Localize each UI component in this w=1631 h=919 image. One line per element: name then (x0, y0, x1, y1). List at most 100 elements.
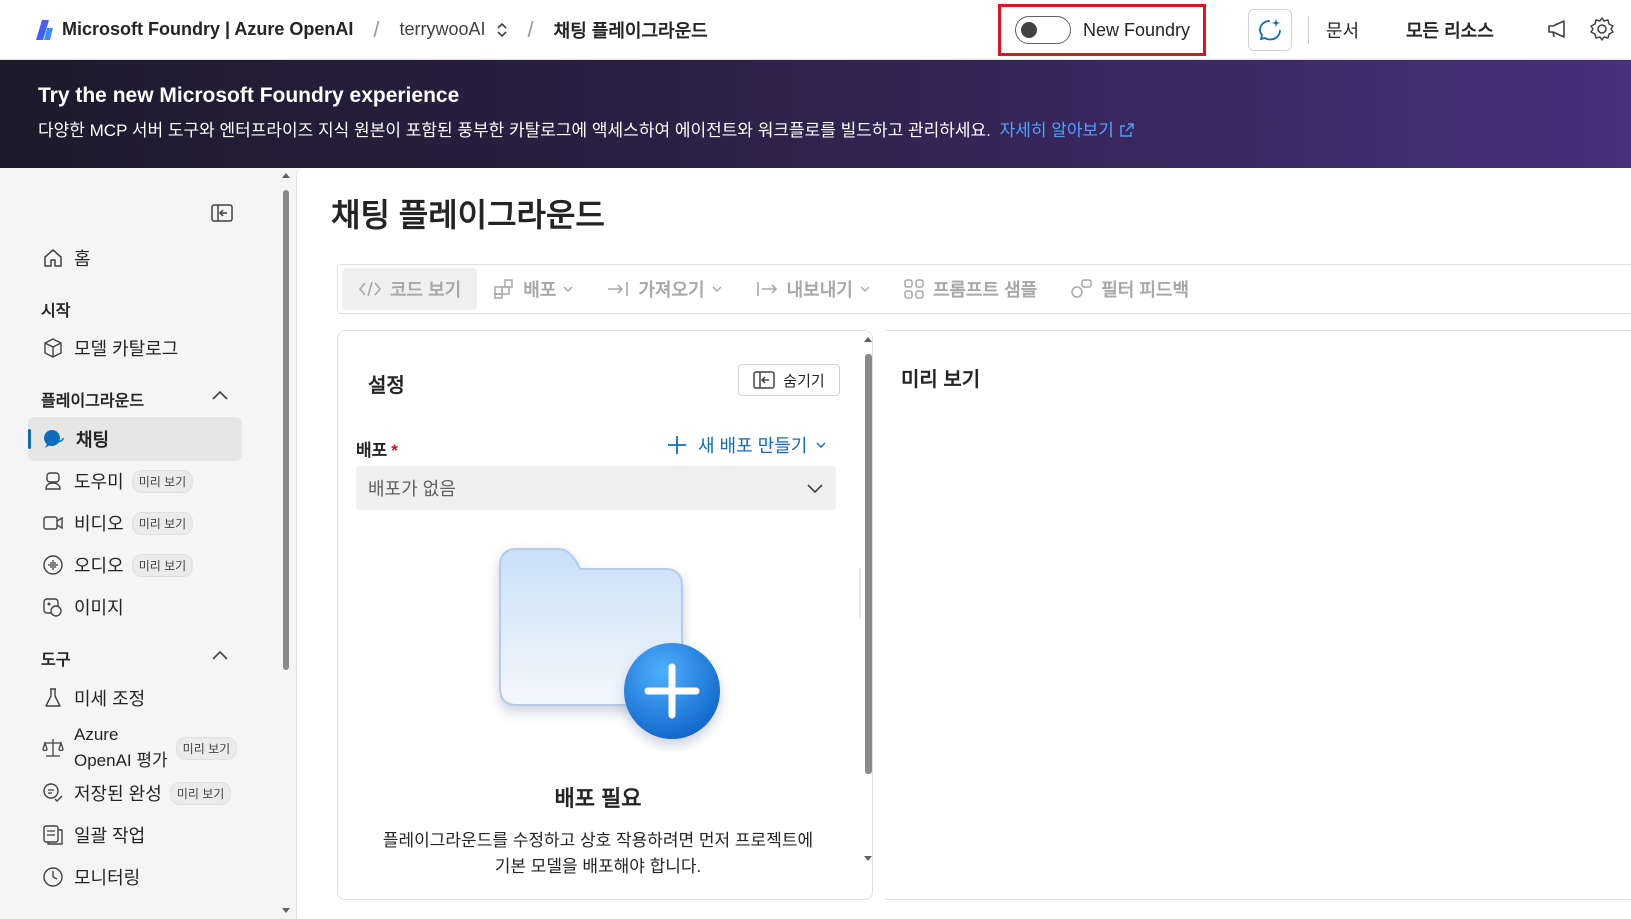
chevron-down-icon (816, 442, 826, 448)
export-label: 내보내기 (786, 280, 853, 300)
main-content: 채팅 플레이그라운드 코드 보기 배포 가져오기 내보내기 프롬프트 샘플 필터… (296, 168, 1631, 919)
import-label: 가져오기 (638, 280, 705, 300)
view-code-label: 코드 보기 (390, 280, 462, 300)
sidebar-item-label: Azure OpenAI 평가 (74, 722, 168, 774)
scroll-down-icon[interactable] (280, 906, 292, 916)
sidebar-item-monitoring[interactable]: 모니터링 (28, 855, 252, 899)
chevron-down-icon (712, 286, 722, 292)
new-foundry-toggle[interactable] (1015, 16, 1071, 44)
section-playground-heading: 플레이그라운드 (41, 393, 145, 410)
chevron-up-icon[interactable] (210, 388, 230, 402)
banner-title: Try the new Microsoft Foundry experience (38, 84, 460, 107)
sidebar-item-image[interactable]: 이미지 (28, 585, 252, 629)
external-link-icon (1119, 123, 1134, 137)
sidebar-item-batch[interactable]: 일괄 작업 (28, 813, 252, 857)
grid-icon (904, 279, 924, 299)
chevron-down-icon (563, 286, 573, 292)
image-icon (43, 598, 62, 617)
new-foundry-banner: Try the new Microsoft Foundry experience… (0, 60, 1631, 168)
deploy-button[interactable]: 배포 (477, 268, 590, 310)
sidebar-item-finetune[interactable]: 미세 조정 (28, 676, 252, 720)
page-title: 채팅 플레이그라운드 (331, 197, 605, 233)
deployment-required-title: 배포 필요 (554, 786, 642, 811)
breadcrumb-separator: / (527, 16, 534, 42)
export-button[interactable]: 내보내기 (739, 268, 887, 310)
preview-panel: 미리 보기 (885, 330, 1631, 900)
brand[interactable]: Microsoft Foundry | Azure OpenAI (34, 19, 353, 41)
scroll-down-icon[interactable] (861, 854, 875, 864)
chat-icon (44, 430, 64, 448)
import-button[interactable]: 가져오기 (590, 268, 738, 310)
sidebar-item-home[interactable]: 홈 (28, 236, 252, 280)
view-code-button[interactable]: 코드 보기 (342, 268, 478, 310)
banner-description: 다양한 MCP 서버 도구와 엔터프라이즈 지식 원본이 포함된 풍부한 카탈로… (38, 121, 991, 140)
export-icon (756, 282, 777, 296)
deploy-label: 배포 (523, 280, 557, 300)
hide-button[interactable]: 숨기기 (738, 364, 840, 396)
top-bar: Microsoft Foundry | Azure OpenAI / terry… (0, 0, 1631, 60)
preview-badge: 미리 보기 (131, 553, 194, 577)
deployment-label: 배포 * (356, 436, 398, 461)
filter-feedback-button[interactable]: 필터 피드백 (1053, 268, 1205, 310)
sidebar: 홈 시작 모델 카탈로그 플레이그라운드 채팅 도우미 미리 보기 비디오 미리… (0, 168, 278, 919)
scroll-up-icon[interactable] (861, 334, 875, 344)
feedback-icon (1071, 279, 1092, 298)
new-foundry-toggle-group[interactable]: New Foundry (998, 4, 1206, 56)
preview-title: 미리 보기 (901, 369, 981, 391)
chevron-down-icon (807, 484, 823, 494)
collapse-sidebar-icon[interactable] (210, 203, 234, 223)
sidebar-item-label: 오디오 (74, 556, 124, 576)
all-resources-link[interactable]: 모든 리소스 (1406, 17, 1494, 43)
folder-add-illustration-icon (499, 548, 720, 739)
prompt-samples-label: 프롬프트 샘플 (932, 280, 1038, 300)
deploy-icon (494, 279, 513, 299)
batch-icon (43, 825, 63, 845)
project-selector[interactable]: terrywooAI (400, 19, 508, 40)
new-deployment-button[interactable]: 새 배포 만들기 (666, 432, 827, 458)
description-line2: 기본 모델을 배포해야 합니다. (494, 857, 702, 876)
gear-icon[interactable] (1588, 15, 1616, 43)
sidebar-item-assistant[interactable]: 도우미 미리 보기 (28, 459, 252, 503)
settings-title: 설정 (368, 375, 405, 397)
settings-scrollbar[interactable] (861, 330, 875, 900)
chevron-down-icon (860, 286, 870, 292)
sidebar-item-label: 모니터링 (74, 868, 141, 888)
sidebar-item-label: 비디오 (74, 514, 124, 534)
divider (1308, 16, 1309, 44)
sidebar-item-label: 홈 (74, 249, 91, 269)
section-tools-heading: 도구 (41, 652, 71, 669)
learn-more-link[interactable]: 자세히 알아보기 (1000, 121, 1135, 140)
banner-text: 다양한 MCP 서버 도구와 엔터프라이즈 지식 원본이 포함된 풍부한 카탈로… (38, 116, 1593, 141)
copilot-button[interactable] (1248, 9, 1292, 51)
learn-more-label: 자세히 알아보기 (999, 121, 1114, 140)
description-line1: 플레이그라운드를 수정하고 상호 작용하려면 먼저 프로젝트에 (382, 831, 814, 850)
scroll-thumb[interactable] (865, 354, 872, 774)
prompt-samples-button[interactable]: 프롬프트 샘플 (887, 268, 1053, 310)
project-name: terrywooAI (399, 19, 486, 39)
deployment-select[interactable]: 배포가 없음 (356, 466, 836, 510)
filter-feedback-label: 필터 피드백 (1101, 280, 1190, 300)
docs-link[interactable]: 문서 (1326, 17, 1359, 43)
scale-icon (42, 739, 64, 757)
toolbar: 코드 보기 배포 가져오기 내보내기 프롬프트 샘플 필터 피드백 (337, 264, 1631, 314)
sidebar-item-model-catalog[interactable]: 모델 카탈로그 (28, 326, 252, 370)
collapse-panel-icon (753, 371, 776, 389)
saved-completions-icon (43, 783, 63, 802)
sidebar-scrollbar[interactable] (280, 168, 292, 919)
sidebar-item-audio[interactable]: 오디오 미리 보기 (28, 543, 252, 587)
chevron-updown-icon (496, 22, 507, 37)
preview-badge: 미리 보기 (175, 736, 238, 760)
breadcrumb-separator: / (373, 16, 380, 42)
sidebar-item-saved-completions[interactable]: 저장된 완성 미리 보기 (28, 771, 252, 815)
megaphone-icon[interactable] (1544, 15, 1572, 43)
chevron-up-icon[interactable] (210, 648, 230, 662)
scroll-thumb[interactable] (283, 190, 289, 670)
panel-splitter[interactable] (859, 568, 861, 618)
sidebar-item-chat[interactable]: 채팅 (28, 417, 242, 461)
sidebar-item-evaluation[interactable]: Azure OpenAI 평가 미리 보기 (28, 720, 252, 776)
hide-label: 숨기기 (783, 372, 825, 390)
scroll-up-icon[interactable] (280, 170, 292, 180)
sidebar-item-video[interactable]: 비디오 미리 보기 (28, 501, 252, 545)
settings-panel: 설정 숨기기 배포 * 새 배포 만들기 배포가 없음 배포 필요 플레이그라운… (337, 330, 873, 900)
sidebar-item-label: 이미지 (74, 598, 124, 618)
